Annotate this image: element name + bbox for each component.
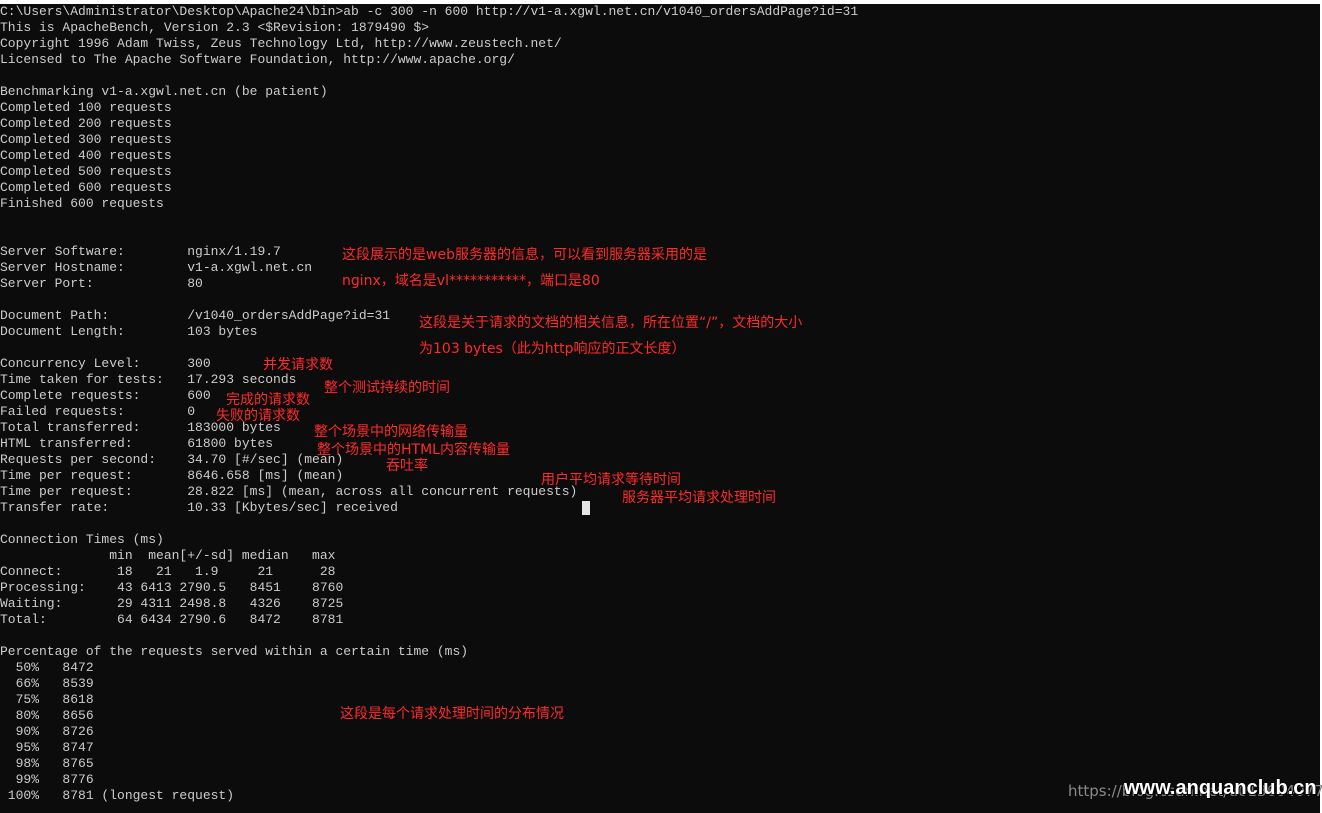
terminal-line: Total: 64 6434 2790.6 8472 8781 xyxy=(0,612,344,627)
terminal-line: Document Path: /v1040_ordersAddPage?id=3… xyxy=(0,308,391,323)
annotation-doc-info-1: 这段是关于请求的文档的相关信息，所在位置“/”，文档的大小 xyxy=(419,315,803,331)
terminal-line: Failed requests: 0 xyxy=(0,404,196,419)
terminal-window[interactable]: C:\Users\Administrator\Desktop\Apache24\… xyxy=(0,4,1320,813)
annotation-concurrency: 并发请求数 xyxy=(263,357,333,373)
annotation-total-transferred: 整个场景中的网络传输量 xyxy=(314,424,468,440)
terminal-line: 80% 8656 xyxy=(0,708,94,723)
terminal-line: 50% 8472 xyxy=(0,660,94,675)
terminal-line: Completed 400 requests xyxy=(0,148,172,163)
terminal-line: 90% 8726 xyxy=(0,724,94,739)
terminal-line: Complete requests: 600 xyxy=(0,388,211,403)
annotation-throughput: 吞吐率 xyxy=(386,458,428,474)
terminal-line: Connect: 18 21 1.9 21 28 xyxy=(0,564,336,579)
terminal-line: 100% 8781 (longest request) xyxy=(0,788,235,803)
terminal-line: Server Port: 80 xyxy=(0,276,203,291)
text-cursor xyxy=(582,501,590,515)
terminal-line: Requests per second: 34.70 [#/sec] (mean… xyxy=(0,452,344,467)
annotation-user-wait: 用户平均请求等待时间 xyxy=(541,472,681,488)
terminal-line: Transfer rate: 10.33 [Kbytes/sec] receiv… xyxy=(0,500,398,515)
site-watermark: www.anquanclub.cn xyxy=(1124,777,1317,799)
annotation-failed: 失败的请求数 xyxy=(216,408,300,424)
terminal-line: Concurrency Level: 300 xyxy=(0,356,211,371)
terminal-line: Waiting: 29 4311 2498.8 4326 8725 xyxy=(0,596,344,611)
annotation-server-info-2: nginx，域名是vl***********，端口是80 xyxy=(342,273,600,289)
terminal-line: Completed 100 requests xyxy=(0,100,172,115)
terminal-line: Processing: 43 6413 2790.5 8451 8760 xyxy=(0,580,344,595)
terminal-line: 99% 8776 xyxy=(0,772,94,787)
terminal-line: Licensed to The Apache Software Foundati… xyxy=(0,52,515,67)
terminal-line: 98% 8765 xyxy=(0,756,94,771)
terminal-line: Completed 500 requests xyxy=(0,164,172,179)
terminal-line: Server Software: nginx/1.19.7 xyxy=(0,244,281,259)
annotation-time-taken: 整个测试持续的时间 xyxy=(324,380,450,396)
terminal-line: Time taken for tests: 17.293 seconds xyxy=(0,372,297,387)
annotation-distribution: 这段是每个请求处理时间的分布情况 xyxy=(340,706,564,722)
terminal-line: min mean[+/-sd] median max xyxy=(0,548,336,563)
terminal-line: Completed 200 requests xyxy=(0,116,172,131)
terminal-line: 75% 8618 xyxy=(0,692,94,707)
annotation-server-time: 服务器平均请求处理时间 xyxy=(622,490,776,506)
terminal-line: Finished 600 requests xyxy=(0,196,164,211)
terminal-line: Connection Times (ms) xyxy=(0,532,164,547)
annotation-doc-info-2: 为103 bytes（此为http响应的正文长度） xyxy=(419,341,686,357)
terminal-line: HTML transferred: 61800 bytes xyxy=(0,436,274,451)
terminal-line: Percentage of the requests served within… xyxy=(0,644,469,659)
terminal-line: Document Length: 103 bytes xyxy=(0,324,258,339)
terminal-line: Time per request: 28.822 [ms] (mean, acr… xyxy=(0,484,578,499)
terminal-line: Completed 600 requests xyxy=(0,180,172,195)
terminal-line: Completed 300 requests xyxy=(0,132,172,147)
terminal-line: Server Hostname: v1-a.xgwl.net.cn xyxy=(0,260,313,275)
annotation-server-info-1: 这段展示的是web服务器的信息，可以看到服务器采用的是 xyxy=(342,247,707,263)
terminal-line: 66% 8539 xyxy=(0,676,94,691)
terminal-line: Time per request: 8646.658 [ms] (mean) xyxy=(0,468,344,483)
terminal-line: C:\Users\Administrator\Desktop\Apache24\… xyxy=(0,4,859,19)
terminal-line: 95% 8747 xyxy=(0,740,94,755)
terminal-line: Benchmarking v1-a.xgwl.net.cn (be patien… xyxy=(0,84,328,99)
terminal-line: This is ApacheBench, Version 2.3 <$Revis… xyxy=(0,20,430,35)
terminal-line: Copyright 1996 Adam Twiss, Zeus Technolo… xyxy=(0,36,562,51)
